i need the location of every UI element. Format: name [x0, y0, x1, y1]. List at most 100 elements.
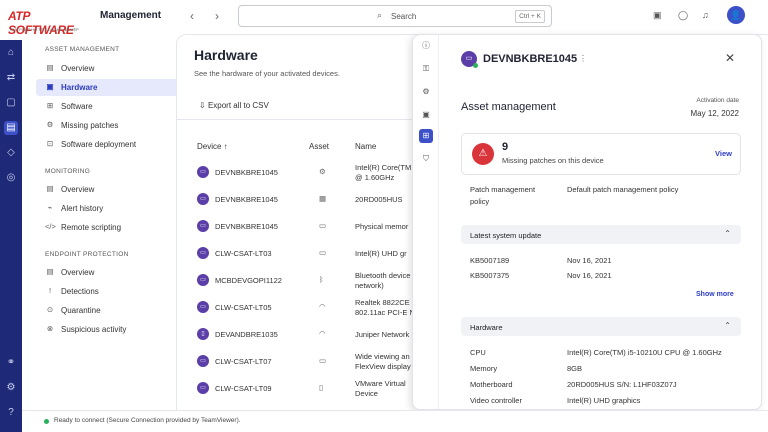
- monitor-icon[interactable]: ▣: [419, 108, 433, 122]
- forward-icon[interactable]: ›: [215, 9, 219, 23]
- hardware-value: 20RD005HUS S/N: L1HF03Z07J: [567, 380, 677, 389]
- info-icon[interactable]: ⓘ: [419, 39, 433, 53]
- logo: ATP SOFTWARE GIẢI PHÁP HỖ TRỢ DOANH NGHI…: [0, 0, 96, 40]
- sidebar-item-label: Overview: [61, 268, 95, 277]
- target-icon[interactable]: ◎: [4, 171, 18, 185]
- search-icon: ⌕: [377, 10, 383, 20]
- sidebar: ASSET MANAGEMENT ▤ Overview ▣ Hardware ⊞ So…: [22, 40, 184, 410]
- sidebar-item-protection-overview[interactable]: ▤ Overview: [36, 264, 184, 281]
- panel-tab-rail: ⓘ ⚿ ⚙ ▣ ⊞ ⛉: [413, 35, 439, 409]
- help-icon[interactable]: ?: [4, 406, 18, 420]
- online-status-dot: [473, 63, 478, 68]
- sidebar-item-remote-scripting[interactable]: </> Remote scripting: [36, 219, 184, 236]
- sidebar-item-software-deployment[interactable]: ⊡ Software deployment: [36, 136, 184, 153]
- chat-icon[interactable]: ◯: [678, 10, 688, 21]
- table-row[interactable]: ▭ MCBDEVGOPI1122 ᛒ Bluetooth device network): [177, 268, 417, 294]
- management-icon[interactable]: ▤: [4, 121, 18, 135]
- sidebar-item-hardware[interactable]: ▣ Hardware: [36, 79, 184, 96]
- asset-name: Intel(R) UHD gr: [355, 249, 407, 258]
- hardware-subtitle: See the hardware of your activated devic…: [194, 69, 340, 78]
- table-row[interactable]: ▭ CLW-CSAT-LT03 ▭ Intel(R) UHD gr: [177, 241, 417, 267]
- asset-name: Wide viewing an FlexView display: [355, 352, 415, 372]
- section-monitoring: MONITORING: [45, 168, 91, 175]
- hardware-key: Motherboard: [470, 380, 513, 389]
- transfer-icon[interactable]: ⇄: [4, 71, 18, 85]
- sidebar-item-alert-history[interactable]: ⌁ Alert history: [36, 200, 184, 217]
- table-row[interactable]: ▯ DEVANDBRE1035 ◠ Juniper Network: [177, 322, 417, 348]
- section-title: Hardware: [470, 323, 503, 332]
- sidebar-item-label: Hardware: [61, 83, 98, 92]
- phone-icon: ▯: [197, 328, 209, 340]
- view-link[interactable]: View: [715, 149, 732, 158]
- storage-icon: ▯: [319, 383, 324, 392]
- sidebar-item-overview[interactable]: ▤ Overview: [36, 60, 184, 77]
- more-options-icon[interactable]: ⋮: [579, 54, 587, 63]
- sidebar-item-suspicious-activity[interactable]: ⊗ Suspicious activity: [36, 321, 184, 338]
- device-detail-panel: ⓘ ⚿ ⚙ ▣ ⊞ ⛉ ▭ DEVNBKBRE1045 ⋮ ✕ Asset ma…: [412, 34, 762, 410]
- close-icon[interactable]: ✕: [725, 51, 735, 65]
- settings-icon[interactable]: ⚙: [4, 381, 18, 395]
- laptop-icon: ▭: [197, 220, 209, 232]
- hardware-icon: ▣: [46, 82, 54, 91]
- sidebar-item-software[interactable]: ⊞ Software: [36, 98, 184, 115]
- tag-icon[interactable]: ◇: [4, 146, 18, 160]
- sidebar-item-label: Detections: [61, 287, 99, 296]
- table-row[interactable]: ▭ DEVNBKBRE1045 ▭ Physical memor: [177, 214, 417, 240]
- bell-icon[interactable]: ♫: [702, 10, 709, 20]
- overview-icon: ▤: [46, 63, 54, 72]
- top-bar: Management ‹ › ⌕ Search Ctrl + K ▣ ◯ ♫ 👤: [96, 0, 768, 34]
- asset-name-line2: 802.11ac PCI-E N: [355, 308, 415, 317]
- monitor-icon[interactable]: ▢: [4, 96, 18, 110]
- sidebar-item-monitoring-overview[interactable]: ▤ Overview: [36, 181, 184, 198]
- policy-label-line2: policy: [470, 197, 490, 206]
- back-icon[interactable]: ‹: [190, 9, 194, 23]
- sidebar-item-missing-patches[interactable]: ⚙ Missing patches: [36, 117, 184, 134]
- asset-name: Bluetooth device network): [355, 271, 415, 291]
- device-name: CLW-CSAT-LT03: [215, 249, 272, 258]
- update-kb: KB5007375: [470, 271, 510, 280]
- key-icon[interactable]: ⚿: [419, 62, 433, 76]
- alert-icon: ⌁: [47, 203, 53, 212]
- column-header-asset[interactable]: Asset: [309, 142, 329, 151]
- patch-icon: ⚙: [46, 120, 54, 129]
- sidebar-item-quarantine[interactable]: ⊙ Quarantine: [36, 302, 184, 319]
- download-icon: ⇩: [199, 101, 208, 110]
- software-icon: ⊞: [46, 101, 54, 110]
- latest-update-section-header[interactable]: Latest system update ⌃: [461, 225, 741, 244]
- exclamation-icon: !: [48, 286, 52, 295]
- link-icon[interactable]: ⚭: [4, 356, 18, 370]
- asset-name-line2: network): [355, 281, 384, 290]
- home-icon[interactable]: ⌂: [4, 46, 18, 60]
- asset-name-line1: Intel(R) Core(TM: [355, 163, 412, 172]
- status-text: Ready to connect (Secure Connection prov…: [54, 417, 241, 424]
- table-row[interactable]: ▭ CLW-CSAT-LT09 ▯ VMware Virtual Device: [177, 376, 417, 402]
- activation-date-label: Activation date: [696, 97, 739, 104]
- column-header-device[interactable]: Device ↑: [197, 142, 228, 151]
- hardware-section-header[interactable]: Hardware ⌃: [461, 317, 741, 336]
- shield-icon[interactable]: ⛉: [419, 152, 433, 166]
- gear-icon[interactable]: ⚙: [419, 85, 433, 99]
- asset-name: Intel(R) Core(TM @ 1.60GHz: [355, 163, 415, 183]
- overview-icon: ▤: [46, 184, 54, 193]
- device-name: CLW-CSAT-LT07: [215, 357, 272, 366]
- asset-icon: ▭: [319, 248, 327, 257]
- search-input[interactable]: ⌕ Search Ctrl + K: [238, 5, 552, 27]
- export-csv-button[interactable]: ⇩ Export all to CSV: [199, 101, 269, 110]
- laptop-icon: ▭: [197, 274, 209, 286]
- table-row[interactable]: ▭ DEVNBKBRE1045 ▦ 20RD005HUS: [177, 187, 417, 213]
- sidebar-item-detections[interactable]: ! Detections: [36, 283, 184, 300]
- clipboard-icon[interactable]: ▣: [653, 10, 662, 21]
- device-title: DEVNBKBRE1045: [483, 53, 578, 65]
- search-shortcut: Ctrl + K: [515, 10, 545, 23]
- table-row[interactable]: ▭ CLW-CSAT-LT07 ▭ Wide viewing an FlexView d…: [177, 349, 417, 375]
- laptop-icon: ▭: [197, 166, 209, 178]
- device-name: DEVNBKBRE1045: [215, 168, 278, 177]
- asset-name: VMware Virtual Device: [355, 379, 415, 399]
- show-more-link[interactable]: Show more: [696, 291, 734, 298]
- avatar[interactable]: 👤: [727, 6, 745, 24]
- policy-label: Patch management: [470, 185, 536, 194]
- column-header-name[interactable]: Name: [355, 142, 376, 151]
- table-row[interactable]: ▭ CLW-CSAT-LT05 ◠ Realtek 8822CE 802.11ac PC…: [177, 295, 417, 321]
- table-row[interactable]: ▭ DEVNBKBRE1045 ⚙ Intel(R) Core(TM @ 1.60GHz: [177, 160, 417, 186]
- hardware-tab-icon[interactable]: ⊞: [419, 129, 433, 143]
